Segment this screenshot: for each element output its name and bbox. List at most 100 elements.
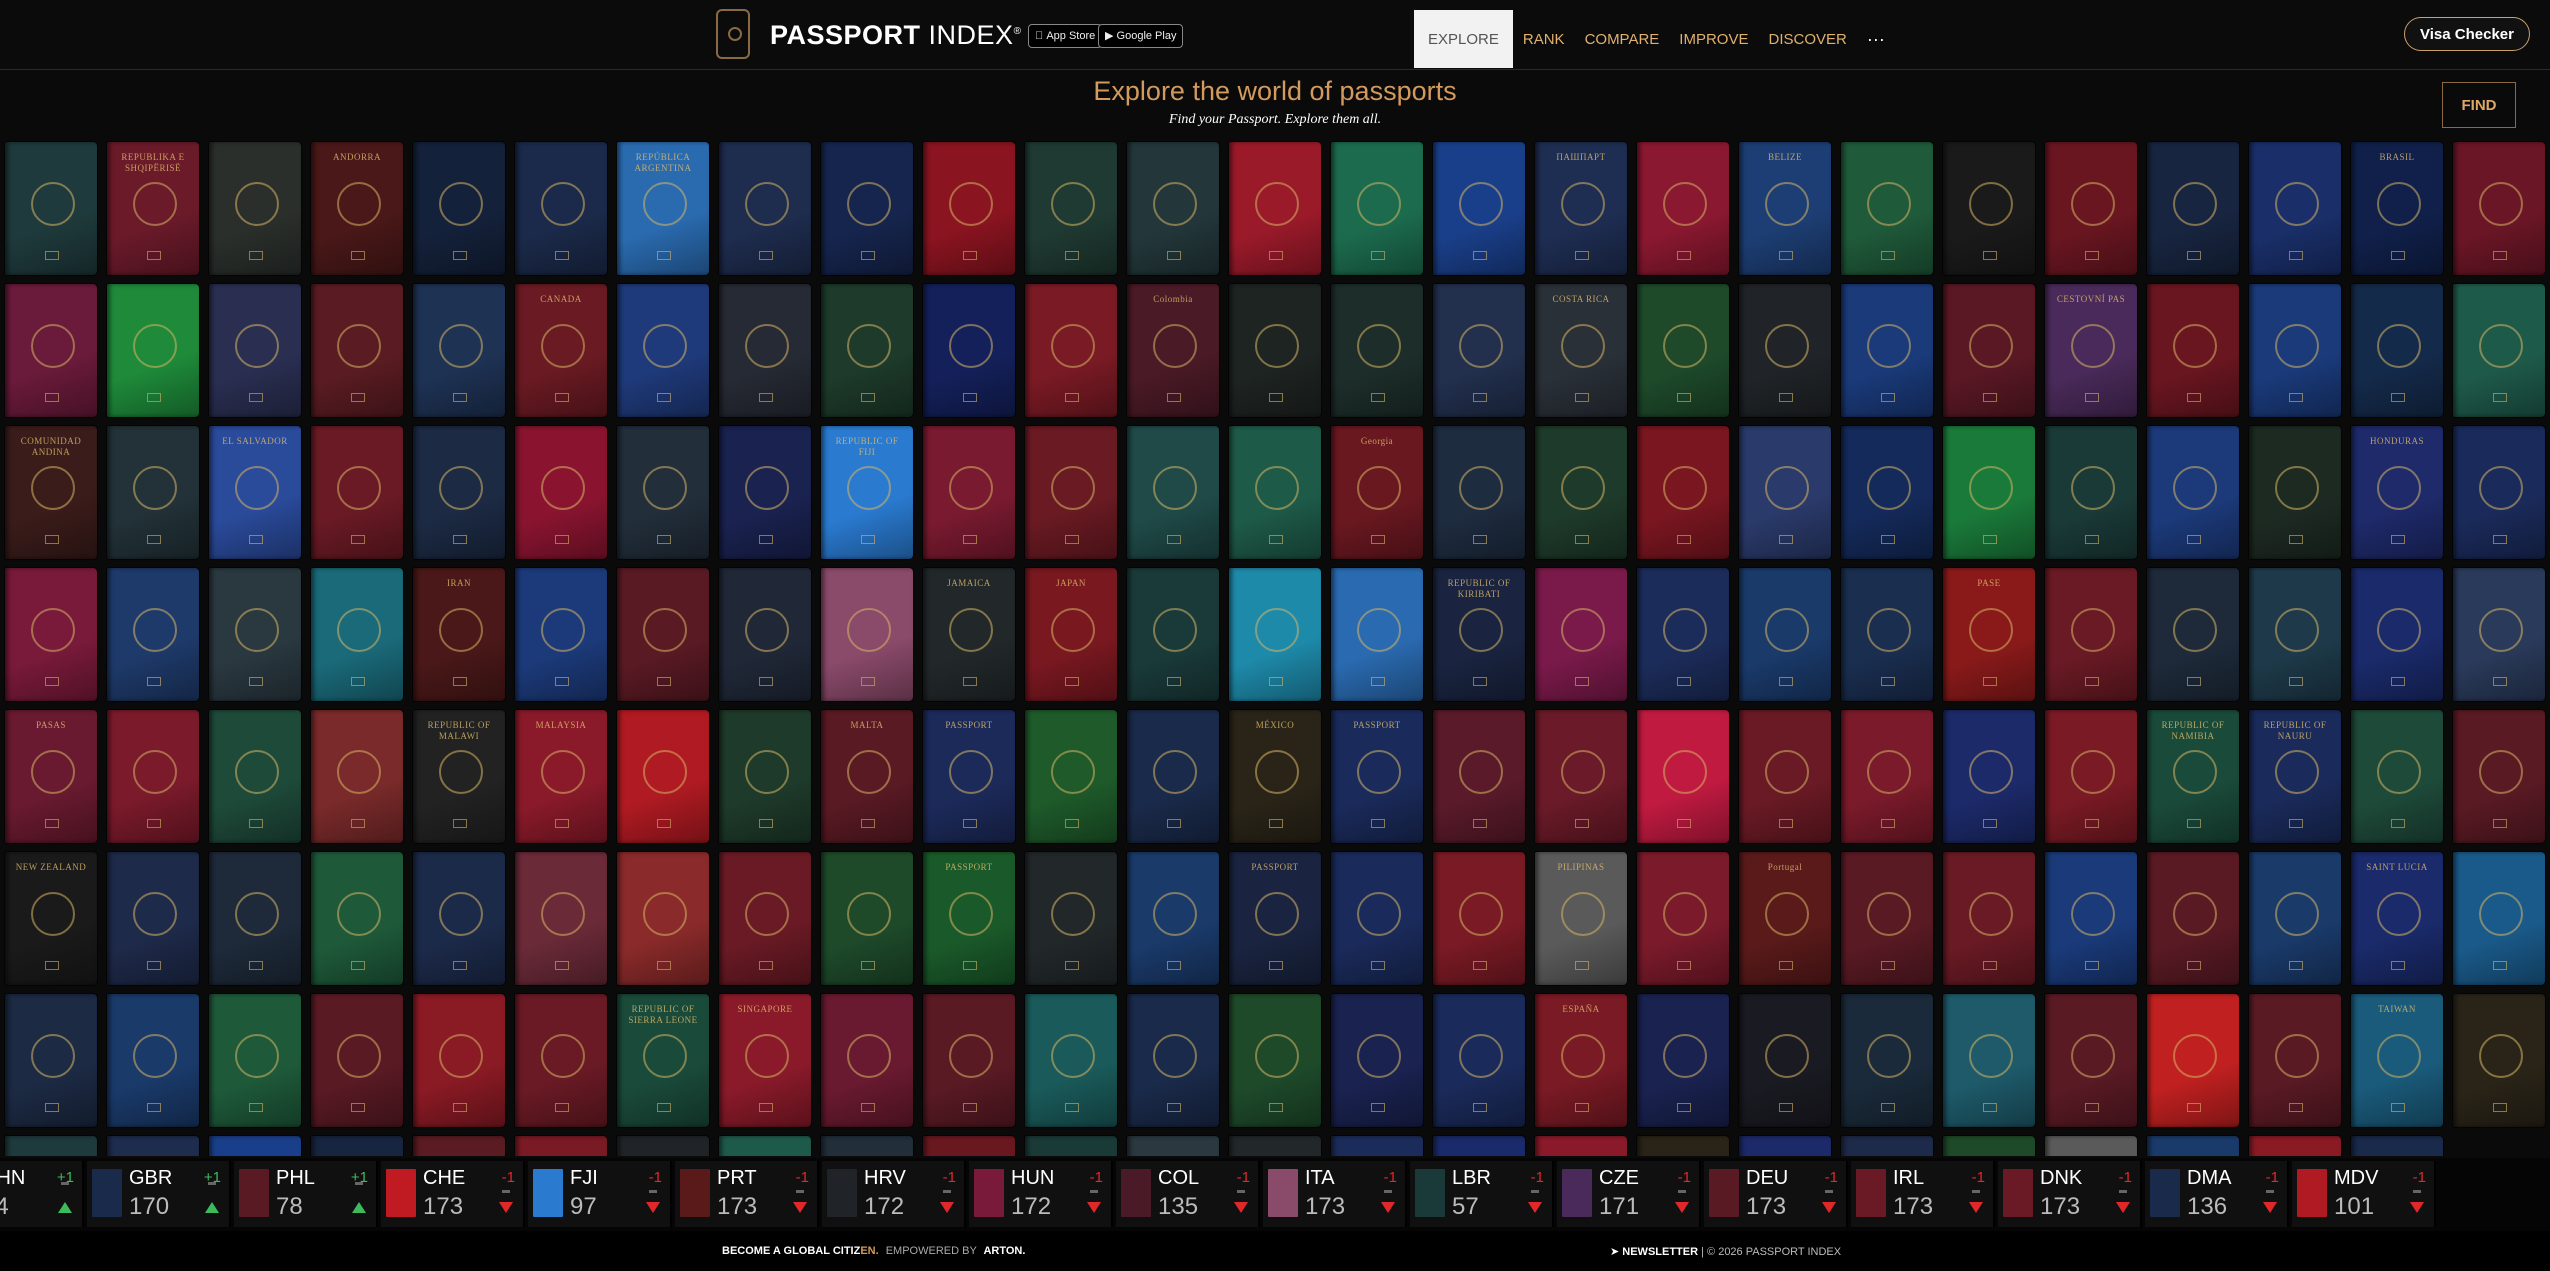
passport-cover[interactable]: NEW ZEALAND [5,852,97,985]
passport-cover[interactable] [2453,568,2545,701]
passport-cover[interactable] [2453,142,2545,275]
passport-cover[interactable] [1127,142,1219,275]
passport-cover[interactable] [1331,142,1423,275]
passport-cover[interactable]: SAINT LUCIA [2351,852,2443,985]
passport-cover[interactable] [2045,1136,2137,1156]
passport-cover[interactable]: EL SALVADOR [209,426,301,559]
ticker-item[interactable]: COL 135 -1 [1116,1161,1260,1227]
passport-cover[interactable]: IRAN [413,568,505,701]
passport-cover[interactable] [923,994,1015,1127]
ticker-item[interactable]: ITA 173 -1 [1263,1161,1407,1227]
passport-cover[interactable] [2045,994,2137,1127]
passport-cover[interactable] [209,710,301,843]
passport-cover[interactable] [515,994,607,1127]
passport-cover[interactable] [821,142,913,275]
ticker-item[interactable]: MDV 101 -1 [2292,1161,2436,1227]
passport-cover[interactable] [1433,852,1525,985]
passport-cover[interactable] [719,1136,811,1156]
passport-cover[interactable] [1025,426,1117,559]
passport-cover[interactable] [1943,142,2035,275]
passport-cover[interactable] [1841,568,1933,701]
passport-cover[interactable] [2351,568,2443,701]
passport-cover[interactable] [923,284,1015,417]
passport-cover[interactable] [2147,568,2239,701]
ticker-item[interactable]: DEU 173 -1 [1704,1161,1848,1227]
passport-logo-icon[interactable] [716,9,750,59]
passport-cover[interactable] [5,568,97,701]
passport-cover[interactable] [311,426,403,559]
nav-improve[interactable]: IMPROVE [1669,10,1758,68]
passport-cover[interactable] [1739,568,1831,701]
passport-cover[interactable]: REPUBLIC OF MALAWI [413,710,505,843]
passport-cover[interactable] [311,852,403,985]
passport-cover[interactable] [1637,852,1729,985]
passport-cover[interactable] [1841,710,1933,843]
passport-cover[interactable]: REPUBLIC OF NAURU [2249,710,2341,843]
passport-cover[interactable] [1841,1136,1933,1156]
passport-cover[interactable] [1841,142,1933,275]
passport-cover[interactable] [1535,568,1627,701]
passport-cover[interactable] [1229,426,1321,559]
passport-cover[interactable] [107,994,199,1127]
passport-cover[interactable]: ПАШПАРТ [1535,142,1627,275]
passport-cover[interactable] [209,284,301,417]
passport-cover[interactable]: PASE [1943,568,2035,701]
passport-cover[interactable] [1127,1136,1219,1156]
passport-cover[interactable]: Georgia [1331,426,1423,559]
passport-cover[interactable] [1739,1136,1831,1156]
passport-cover[interactable] [413,142,505,275]
passport-cover[interactable] [2147,426,2239,559]
passport-cover[interactable] [821,284,913,417]
passport-cover[interactable] [1943,710,2035,843]
ticker-item[interactable]: CHE 173 -1 [381,1161,525,1227]
passport-cover[interactable] [209,994,301,1127]
passport-cover[interactable]: HONDURAS [2351,426,2443,559]
passport-cover[interactable] [1637,568,1729,701]
passport-cover[interactable] [2045,852,2137,985]
passport-cover[interactable] [413,426,505,559]
passport-cover[interactable]: ANDORRA [311,142,403,275]
passport-cover[interactable] [2147,1136,2239,1156]
arton-link[interactable]: ARTON. [983,1245,1025,1257]
passport-cover[interactable] [1637,142,1729,275]
passport-cover[interactable] [1841,852,1933,985]
ticker-item[interactable]: HRV 172 -1 [822,1161,966,1227]
passport-cover[interactable] [617,284,709,417]
passport-cover[interactable] [1025,284,1117,417]
passport-cover[interactable]: REPUBLIC OF KIRIBATI [1433,568,1525,701]
passport-cover[interactable] [1229,994,1321,1127]
passport-cover[interactable] [719,710,811,843]
passport-cover[interactable] [1943,426,2035,559]
passport-cover[interactable]: REPUBLIKA E SHQIPËRISË [107,142,199,275]
passport-cover[interactable] [2249,994,2341,1127]
passport-cover[interactable] [1535,710,1627,843]
passport-cover[interactable] [209,568,301,701]
passport-cover[interactable] [1535,426,1627,559]
passport-cover[interactable] [2249,852,2341,985]
nav-more-icon[interactable]: ··· [1857,10,1895,68]
passport-cover[interactable]: REPÚBLICA ARGENTINA [617,142,709,275]
passport-cover[interactable]: PASSPORT [1229,852,1321,985]
passport-cover[interactable]: REPUBLIC OF FIJI [821,426,913,559]
passport-cover[interactable] [2351,284,2443,417]
passport-cover[interactable] [107,284,199,417]
passport-cover[interactable] [2453,852,2545,985]
passport-cover[interactable]: PASAS [5,710,97,843]
passport-cover[interactable] [1331,284,1423,417]
passport-cover[interactable] [923,142,1015,275]
passport-cover[interactable] [413,1136,505,1156]
ticker-item[interactable]: CHN94+1 [0,1161,84,1227]
ticker-item[interactable]: PRT 173 -1 [675,1161,819,1227]
passport-cover[interactable]: PASSPORT [923,852,1015,985]
passport-cover[interactable] [107,852,199,985]
nav-discover[interactable]: DISCOVER [1758,10,1856,68]
passport-cover[interactable]: BRASIL [2351,142,2443,275]
passport-cover[interactable] [1127,710,1219,843]
passport-cover[interactable] [1331,994,1423,1127]
passport-cover[interactable]: REPUBLIC OF SIERRA LEONE [617,994,709,1127]
passport-cover[interactable] [1943,284,2035,417]
passport-cover[interactable] [2249,284,2341,417]
passport-cover[interactable] [1943,1136,2035,1156]
passport-cover[interactable] [2045,426,2137,559]
brand-logo[interactable]: PASSPORT INDEX® [770,20,1021,51]
